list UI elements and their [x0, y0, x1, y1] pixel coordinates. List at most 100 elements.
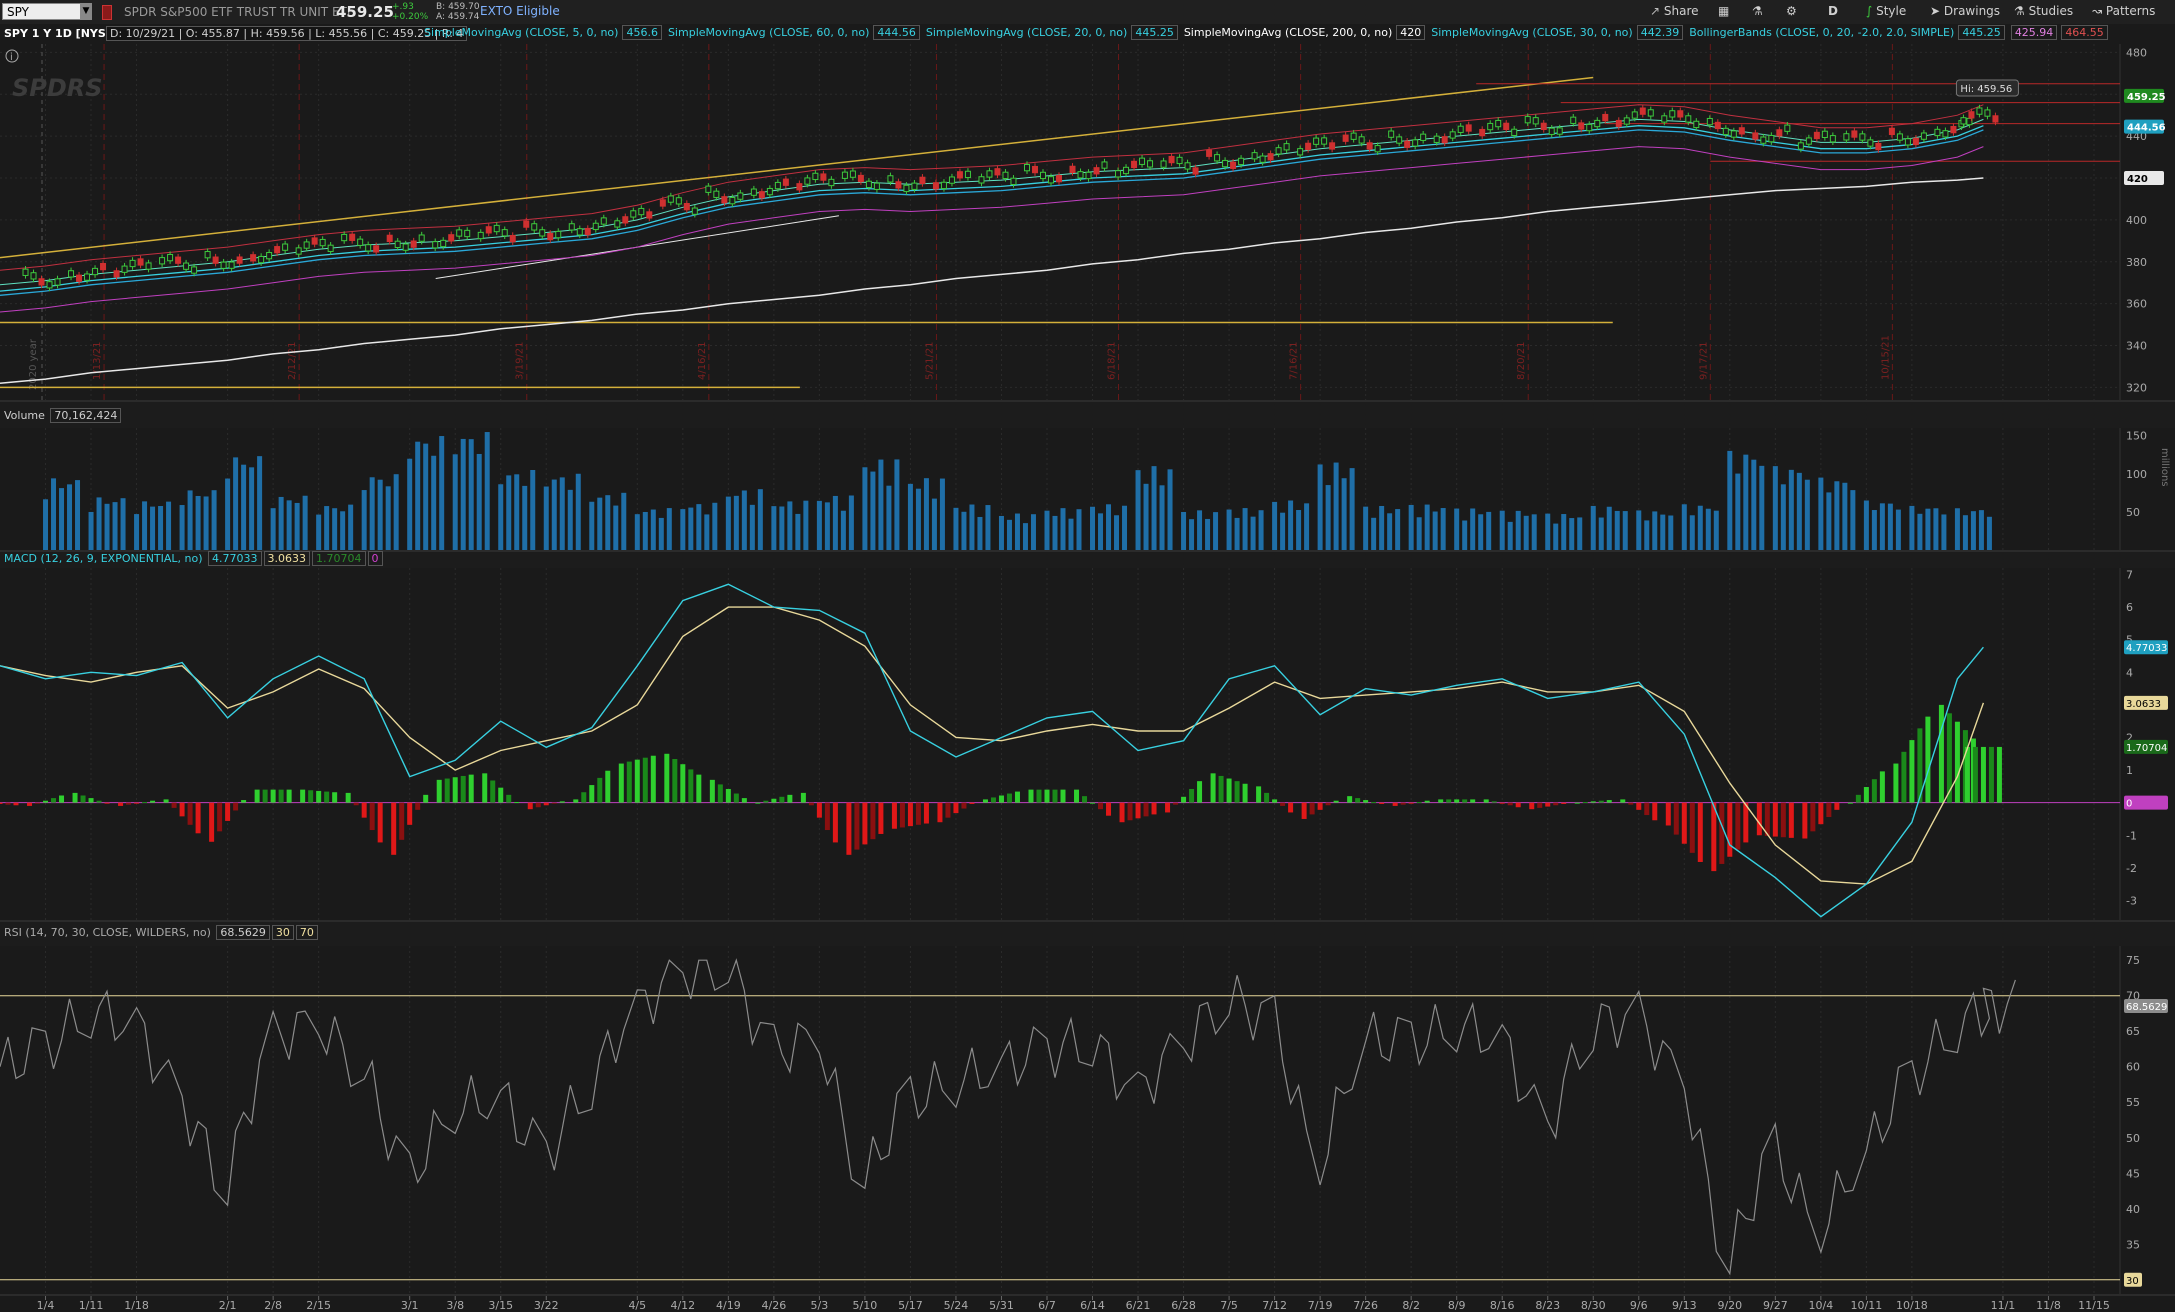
study-legend-label[interactable]: SimpleMovingAvg (CLOSE, 20, 0, no)	[926, 26, 1127, 39]
macd-histogram-bar	[1424, 800, 1430, 803]
share-button[interactable]: ↗ Share	[1650, 4, 1699, 18]
volume-bar	[862, 467, 868, 550]
macd-histogram-bar	[1226, 778, 1232, 803]
volume-bar	[514, 474, 520, 550]
volume-bar	[1804, 479, 1810, 550]
year-marker-label: 2020 year	[28, 338, 39, 390]
volume-bar	[1743, 454, 1749, 550]
macd-histogram-bar	[1938, 704, 1944, 803]
candle-body	[1821, 130, 1828, 138]
macd-histogram-bar	[72, 792, 78, 803]
volume-bar	[96, 497, 102, 550]
study-legend-value: 442.39	[1636, 25, 1684, 40]
rsi-pane[interactable]: 7570656055504540353068.562930	[0, 946, 2175, 1296]
macd-label: MACD (12, 26, 9, EXPONENTIAL, no)	[4, 552, 203, 565]
macd-histogram-bar	[1964, 746, 1970, 803]
chart-canvas[interactable]: 4804604404204003803603403201/13/212/12/2…	[0, 44, 2175, 1312]
link-color-icon[interactable]	[102, 5, 112, 20]
volume-bar	[848, 495, 854, 550]
candle-body	[576, 228, 583, 236]
volume-bar	[51, 478, 57, 550]
macd-histogram-bar	[1189, 788, 1195, 803]
macd-histogram-bar	[642, 757, 648, 803]
macd-histogram-bar	[527, 802, 533, 810]
candle-body	[804, 177, 811, 185]
macd-histogram-bar	[1483, 799, 1489, 803]
study-legend-label[interactable]: SimpleMovingAvg (CLOSE, 200, 0, no)	[1184, 26, 1392, 39]
volume-bar	[1788, 469, 1794, 550]
grid-layout-button[interactable]: ▦	[1718, 4, 1729, 18]
symbol-dropdown-icon[interactable]: ▼	[80, 3, 92, 20]
candle-body	[592, 222, 599, 231]
volume-bar	[1917, 513, 1923, 550]
volume-bar	[332, 508, 338, 550]
macd-histogram-bar	[937, 802, 943, 823]
study-legend-label[interactable]: SimpleMovingAvg (CLOSE, 5, 0, no)	[424, 26, 618, 39]
candle-body	[584, 227, 591, 236]
macd-histogram-bar	[1697, 802, 1703, 862]
instrument-description: SPDR S&P500 ETF TRUST TR UNIT ETF	[124, 5, 354, 19]
volume-bar	[1022, 523, 1028, 550]
study-legend-label[interactable]: BollingerBands (CLOSE, 0, 20, -2.0, 2.0,…	[1689, 26, 1954, 39]
aggregation-period-button[interactable]: D	[1828, 4, 1838, 18]
candle-body	[1342, 134, 1349, 142]
volume-bar	[361, 490, 367, 550]
volume-bar	[1879, 503, 1885, 550]
price-pane[interactable]: 4804604404204003803603403201/13/212/12/2…	[0, 44, 2175, 402]
volume-bar	[1636, 510, 1642, 550]
x-axis-label: 7/19	[1308, 1299, 1333, 1312]
macd-histogram-bar	[870, 802, 876, 840]
volume-bar	[1796, 472, 1802, 550]
macd-histogram-bar	[286, 789, 292, 803]
event-date-label: 7/16/21	[1289, 341, 1300, 380]
candle-body	[357, 238, 364, 246]
candle-body	[1305, 142, 1312, 151]
candle-body	[1077, 171, 1084, 179]
macd-histogram-bar	[1810, 802, 1816, 832]
candle-body	[1101, 161, 1108, 169]
patterns-button[interactable]: ↝ Patterns	[2092, 4, 2155, 18]
candle-body	[129, 259, 136, 268]
macd-tick-label: -2	[2126, 862, 2137, 875]
candle-body	[1829, 135, 1836, 143]
study-legend-label[interactable]: SimpleMovingAvg (CLOSE, 60, 0, no)	[668, 26, 869, 39]
macd-histogram-bar	[878, 802, 884, 834]
style-button[interactable]: ∫ Style	[1866, 4, 1906, 18]
macd-histogram-bar	[650, 755, 656, 803]
volume-bar	[1871, 510, 1877, 550]
candle-body	[1321, 137, 1328, 145]
volume-tick-label: 150	[2126, 430, 2147, 443]
volume-pane[interactable]: 150 100 50 millions	[0, 428, 2175, 552]
volume-bar	[779, 506, 785, 550]
volume-bar	[961, 511, 967, 550]
drawings-button[interactable]: ➤ Drawings	[1930, 4, 2000, 18]
macd-histogram-bar	[1379, 802, 1385, 804]
candle-body	[1950, 125, 1957, 134]
volume-bar	[1842, 482, 1848, 550]
macd-pane[interactable]: 76543210-1-2-34.770333.06331.707040	[0, 568, 2175, 922]
macd-histogram-bar	[452, 777, 458, 803]
volume-bar	[1486, 511, 1492, 550]
candle-body	[113, 270, 120, 278]
volume-bar	[1333, 462, 1339, 550]
event-date-label: 1/13/21	[92, 341, 103, 380]
studies-button[interactable]: ⚗ Studies	[2014, 4, 2073, 18]
volume-bar	[1371, 517, 1377, 550]
candle-body	[1259, 155, 1266, 163]
chart-settings-button[interactable]: ⚙	[1786, 4, 1797, 18]
volume-bar	[1499, 510, 1505, 550]
macd-histogram-bar	[209, 802, 215, 842]
bb-upper-value: 464.55	[2061, 25, 2108, 40]
symbol-input[interactable]: SPY	[2, 3, 92, 20]
candle-body	[774, 181, 781, 190]
price-tick-label: 400	[2126, 214, 2147, 227]
macd-histogram-bar	[254, 789, 260, 803]
candle-body	[1813, 131, 1820, 140]
macd-histogram-bar	[1317, 802, 1323, 810]
sma200-tag: 420	[2127, 174, 2148, 185]
candle-body	[418, 234, 425, 242]
flask-button[interactable]: ⚗	[1752, 4, 1763, 18]
macd-tick-label: -3	[2126, 894, 2137, 907]
macd-histogram-bar	[391, 802, 397, 855]
study-legend-label[interactable]: SimpleMovingAvg (CLOSE, 30, 0, no)	[1431, 26, 1632, 39]
